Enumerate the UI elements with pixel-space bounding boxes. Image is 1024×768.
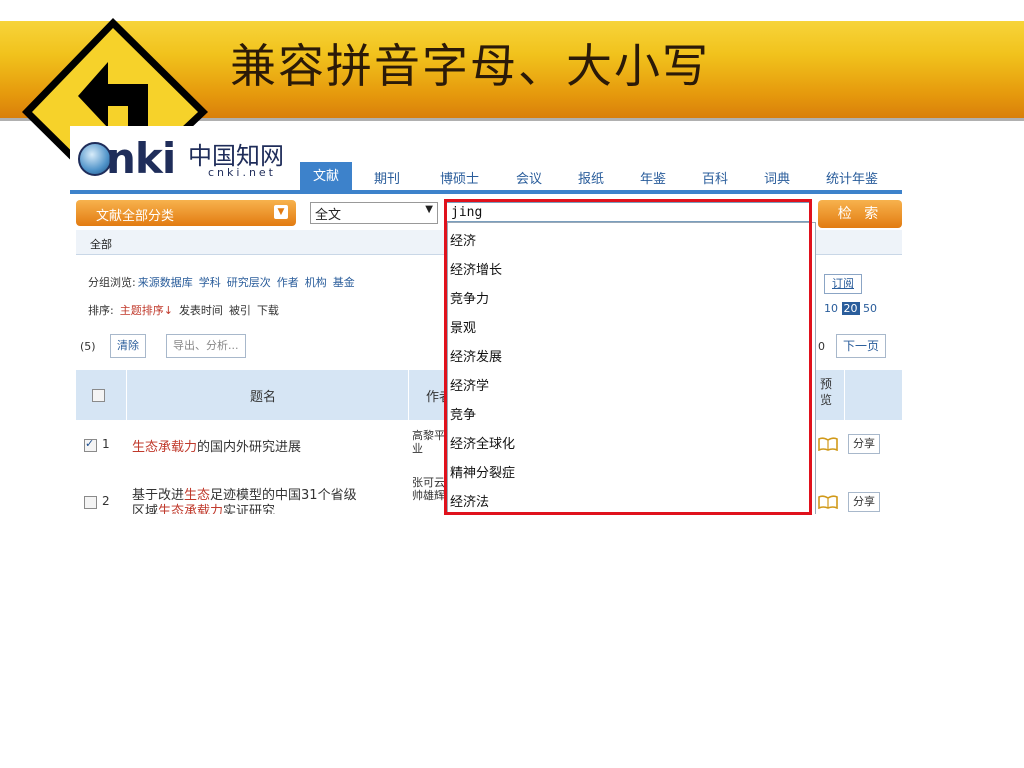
column-header-preview: 预览 (820, 377, 833, 407)
category-dropdown-button[interactable]: 文献全部分类 ▼ (76, 200, 296, 226)
group-item-author[interactable]: 作者 (277, 276, 299, 289)
share-button[interactable]: 分享 (848, 434, 880, 454)
page-size-20[interactable]: 20 (841, 302, 860, 315)
dropdown-arrow-icon: ▼ (425, 204, 433, 215)
tab-literature[interactable]: 文献 (300, 162, 352, 190)
logo-domain: cnki.net (208, 166, 276, 179)
highlight-box (444, 199, 812, 515)
title-text: 区域 (132, 504, 159, 514)
page-size-selector: 10 20 50 (824, 302, 877, 315)
row-number: 2 (102, 494, 110, 508)
breadcrumb[interactable]: 全部 (90, 236, 112, 252)
subscribe-link[interactable]: 订阅 (824, 274, 862, 294)
tab-journals[interactable]: 期刊 (374, 168, 400, 187)
page-size-10[interactable]: 10 (824, 302, 838, 315)
next-page-button[interactable]: 下一页 (836, 334, 887, 358)
group-item-research-level[interactable]: 研究层次 (227, 276, 271, 289)
chevron-down-icon: ▼ (274, 205, 288, 219)
title-text: 实证研究 (223, 504, 276, 514)
open-book-icon[interactable] (818, 437, 838, 451)
export-analyze-button[interactable]: 导出、分析... (166, 334, 246, 358)
tab-dictionary[interactable]: 词典 (764, 168, 790, 187)
category-label: 文献全部分类 (96, 209, 175, 224)
slide-title: 兼容拼音字母、大小写 (230, 39, 710, 93)
sort-cited[interactable]: 被引 (229, 304, 251, 317)
search-field-value: 全文 (315, 208, 342, 223)
group-item-subject[interactable]: 学科 (199, 276, 221, 289)
group-item-institution[interactable]: 机构 (305, 276, 327, 289)
result-count: (5) (80, 340, 96, 353)
cnki-logo: nki 中国知网 cnki.net (76, 134, 296, 188)
sort-label: 排序: (88, 304, 114, 317)
page-indicator: 0 (818, 340, 825, 353)
row-checkbox[interactable] (84, 496, 97, 509)
row-title-link[interactable]: 生态承载力的国内外研究进展 (132, 436, 301, 455)
title-highlight: 生态承载力 (158, 504, 224, 514)
tab-strip (70, 190, 902, 194)
title-text: 的国内外研究进展 (197, 440, 302, 455)
tab-newspapers[interactable]: 报纸 (578, 168, 604, 187)
sort-downloads[interactable]: 下载 (257, 304, 279, 317)
tab-theses[interactable]: 博硕士 (440, 168, 479, 187)
sort-relevance[interactable]: 主题排序↓ (120, 304, 173, 317)
share-button[interactable]: 分享 (848, 492, 880, 512)
clear-button[interactable]: 清除 (110, 334, 146, 358)
tab-statistical-yearbook[interactable]: 统计年鉴 (826, 168, 878, 187)
sort-row: 排序: 主题排序↓ 发表时间 被引 下载 (88, 302, 285, 318)
row-author[interactable]: 高黎平 业 (412, 429, 445, 455)
sort-date[interactable]: 发表时间 (179, 304, 223, 317)
row-number: 1 (102, 437, 110, 451)
row-title-line2[interactable]: 区域生态承载力实证研究 (132, 500, 275, 514)
tab-conferences[interactable]: 会议 (516, 168, 542, 187)
title-highlight: 生态承载力 (132, 440, 198, 455)
row-checkbox[interactable] (84, 437, 97, 452)
open-book-icon[interactable] (818, 495, 838, 509)
select-all-checkbox[interactable] (92, 389, 105, 402)
group-item-fund[interactable]: 基金 (333, 276, 355, 289)
search-button[interactable]: 检 索 (818, 200, 902, 228)
tab-encyclopedia[interactable]: 百科 (702, 168, 728, 187)
row-author[interactable]: 张可云 帅雄辉 (412, 476, 445, 502)
group-label: 分组浏览: (88, 276, 136, 289)
search-field-select[interactable]: 全文 ▼ (310, 202, 438, 224)
group-browse-row: 分组浏览: 来源数据库 学科 研究层次 作者 机构 基金 (88, 274, 361, 290)
page-size-50[interactable]: 50 (863, 302, 877, 315)
tab-yearbooks[interactable]: 年鉴 (640, 168, 666, 187)
column-header-title[interactable]: 题名 (250, 386, 276, 405)
group-item-source-db[interactable]: 来源数据库 (138, 276, 193, 289)
logo-text: nki (106, 134, 176, 183)
